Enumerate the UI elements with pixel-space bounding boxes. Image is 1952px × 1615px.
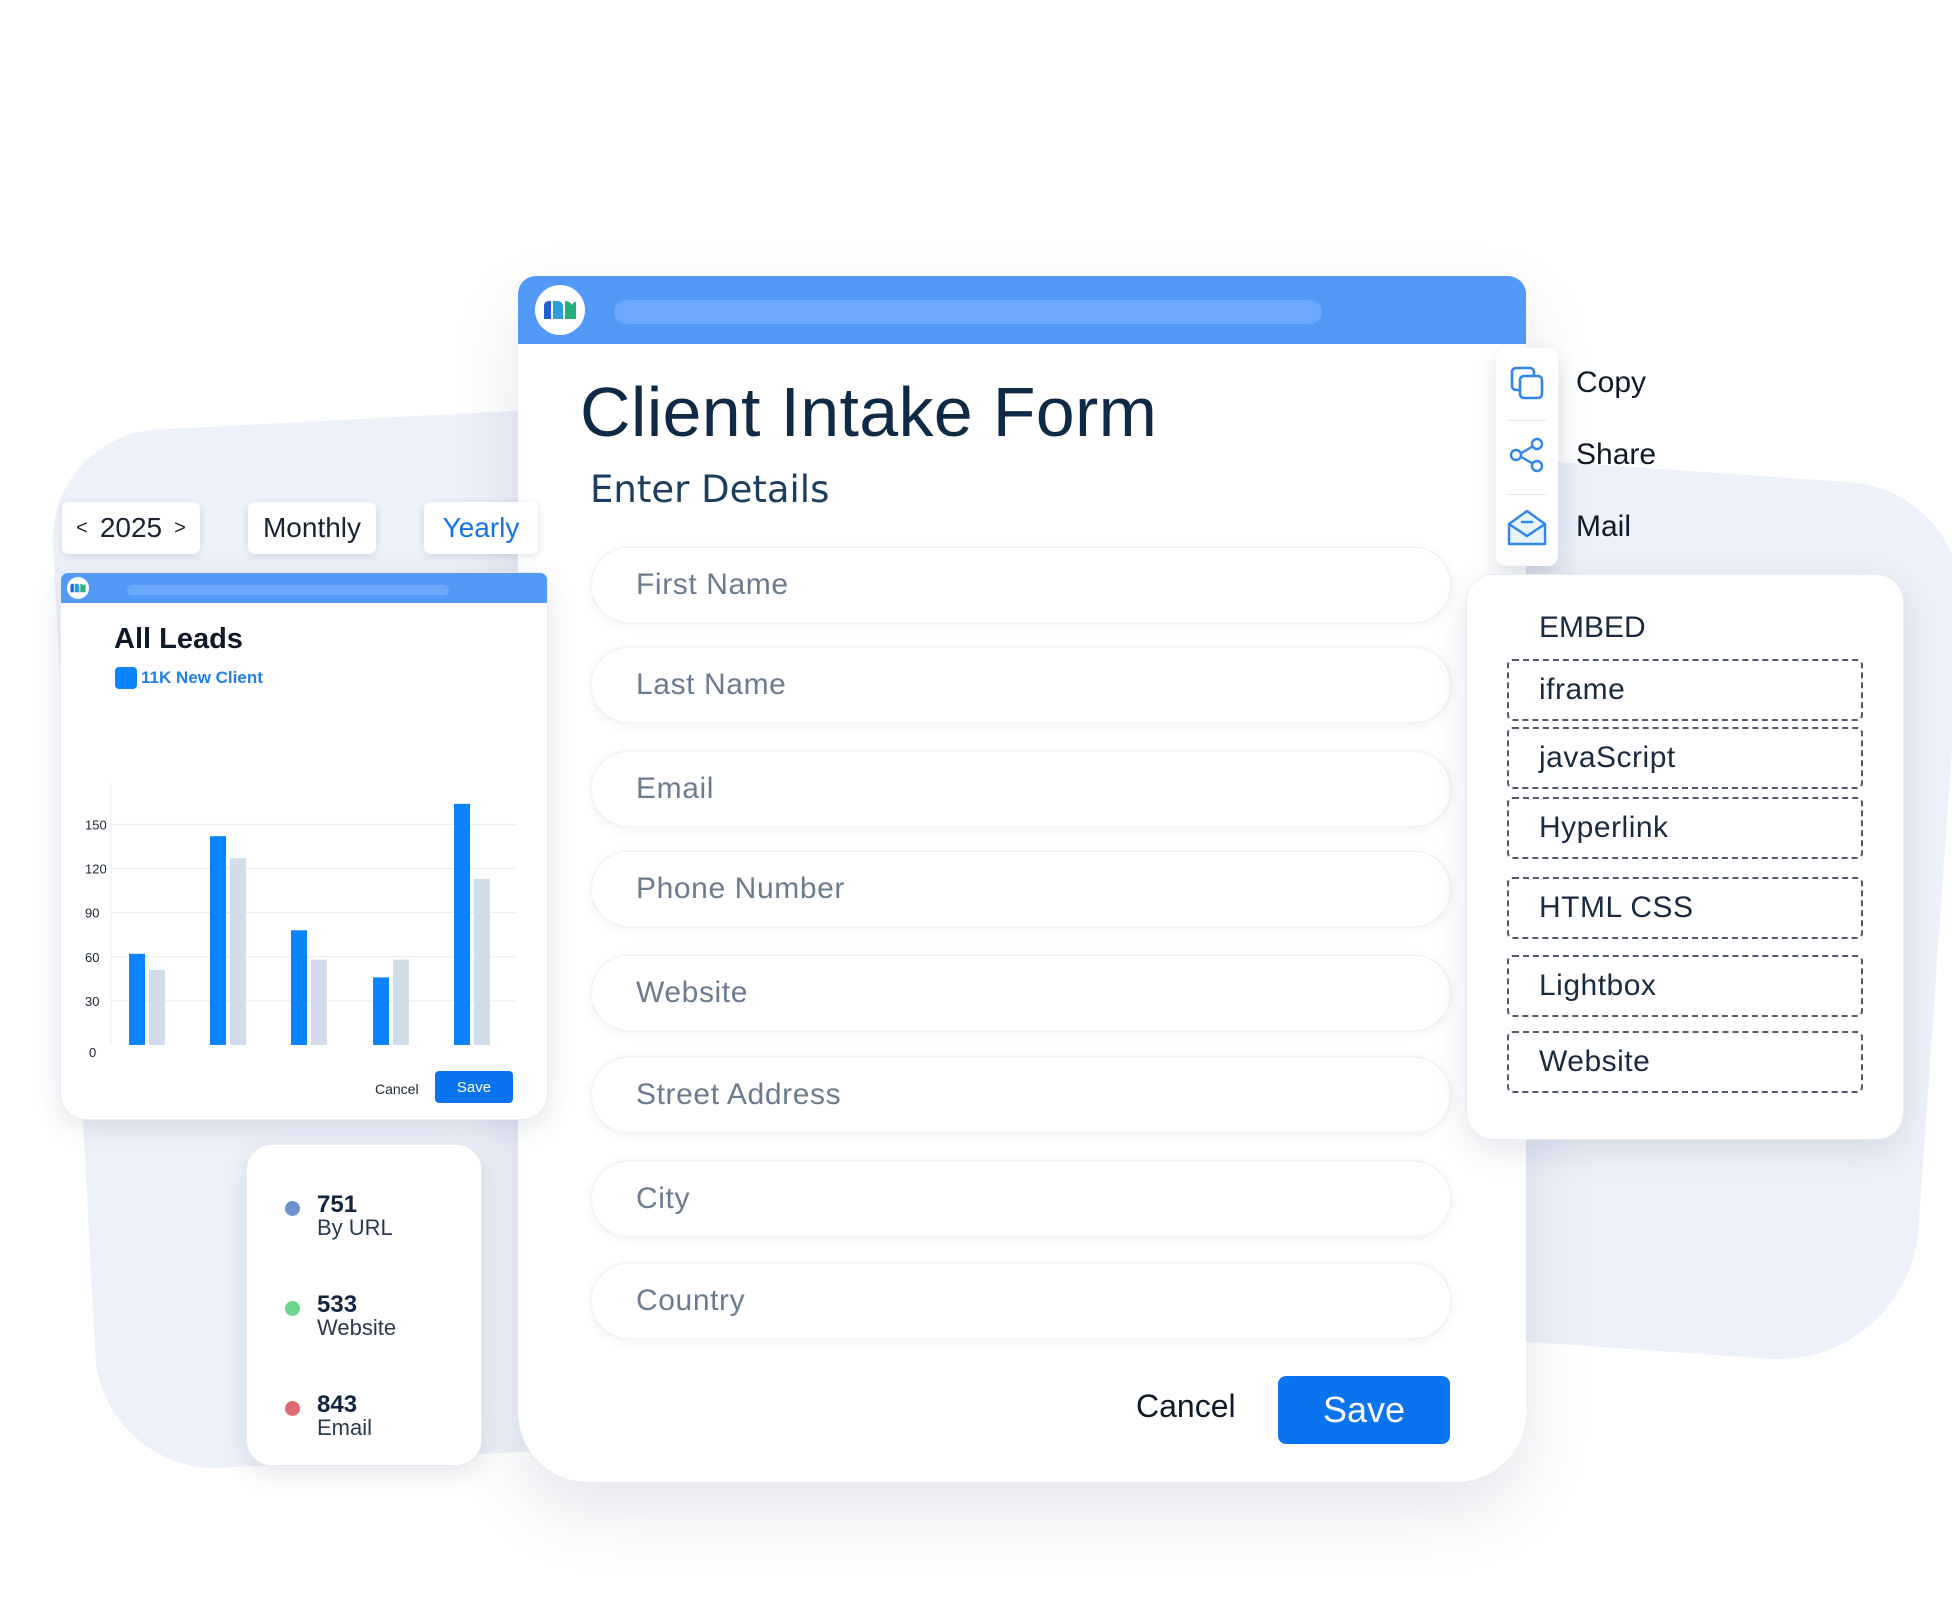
monthly-toggle[interactable]: Monthly (248, 502, 376, 554)
share-toolbar (1496, 348, 1558, 566)
toolbar-divider (1508, 494, 1546, 495)
year-selector: < 2025 > (62, 502, 200, 554)
first-name-field[interactable]: First Name (590, 546, 1452, 624)
bar-primary (373, 977, 389, 1045)
field-placeholder: Street Address (636, 1078, 842, 1111)
all-leads-chart-card: All Leads 11K New Client 0 30 60 90 120 150 C… (60, 572, 548, 1120)
status-dot (285, 1401, 300, 1416)
embed-panel: EMBED iframe javaScript Hyperlink HTML C… (1466, 574, 1904, 1140)
embed-option-hyperlink[interactable]: Hyperlink (1507, 797, 1863, 859)
y-tick-label: 90 (85, 906, 99, 921)
toolbar-divider (1508, 420, 1546, 421)
field-placeholder: City (636, 1182, 691, 1215)
chart-cancel-button[interactable]: Cancel (375, 1081, 419, 1097)
stat-label: By URL (317, 1215, 393, 1240)
street-address-field[interactable]: Street Address (590, 1056, 1452, 1134)
mail-label[interactable]: Mail (1576, 510, 1631, 544)
stat-label: Website (317, 1315, 397, 1340)
app-logo (535, 285, 585, 335)
bar-secondary (311, 959, 327, 1045)
last-name-field[interactable]: Last Name (590, 646, 1452, 724)
logo-icon (544, 301, 576, 319)
y-tick-label: 30 (85, 994, 99, 1009)
embed-option-website[interactable]: Website (1507, 1031, 1863, 1093)
phone-number-field[interactable]: Phone Number (590, 850, 1452, 928)
embed-title: EMBED (1539, 611, 1646, 644)
save-button[interactable]: Save (1278, 1376, 1450, 1444)
bar-secondary (393, 959, 409, 1045)
email-field[interactable]: Email (590, 750, 1452, 828)
address-bar (614, 300, 1322, 324)
bar-primary (291, 930, 307, 1045)
y-tick-label: 60 (85, 950, 99, 965)
bar-secondary (230, 858, 246, 1045)
embed-option-javascript[interactable]: javaScript (1507, 727, 1863, 789)
bar-primary (454, 803, 470, 1045)
form-header-bar (518, 276, 1526, 344)
client-intake-form-card: Client Intake Form Enter Details First N… (518, 276, 1526, 1482)
page-title: Client Intake Form (580, 373, 1158, 451)
website-field[interactable]: Website (590, 954, 1452, 1032)
prev-year-button[interactable]: < (76, 517, 88, 540)
status-dot (285, 1301, 300, 1316)
country-field[interactable]: Country (590, 1262, 1452, 1340)
section-subtitle: Enter Details (590, 468, 830, 511)
field-placeholder: Website (636, 976, 749, 1009)
copy-icon[interactable] (1506, 362, 1548, 404)
y-tick-label: 150 (85, 817, 107, 832)
field-placeholder: Email (636, 772, 715, 805)
city-field[interactable]: City (590, 1160, 1452, 1238)
field-placeholder: Country (636, 1284, 746, 1317)
chart-save-button[interactable]: Save (435, 1071, 513, 1103)
embed-option-iframe[interactable]: iframe (1507, 659, 1863, 721)
next-year-button[interactable]: > (174, 517, 186, 540)
status-dot (285, 1201, 300, 1216)
share-label[interactable]: Share (1576, 438, 1656, 472)
bar-primary (210, 836, 226, 1045)
embed-option-lightbox[interactable]: Lightbox (1507, 955, 1863, 1017)
bar-chart: 0 30 60 90 120 150 (85, 783, 516, 1060)
field-placeholder: Last Name (636, 668, 787, 701)
y-tick-label: 120 (85, 862, 107, 877)
stat-label: Email (317, 1415, 373, 1440)
mail-icon[interactable] (1506, 506, 1548, 548)
yearly-toggle[interactable]: Yearly (424, 502, 538, 554)
bar-secondary (149, 970, 165, 1045)
year-value: 2025 (99, 512, 163, 543)
field-placeholder: First Name (636, 568, 789, 601)
share-icon[interactable] (1506, 434, 1548, 476)
lead-sources-card: 751 By URL 533 Website 843 Email (246, 1144, 482, 1466)
bar-secondary (474, 878, 490, 1045)
copy-label[interactable]: Copy (1576, 366, 1646, 400)
cancel-button[interactable]: Cancel (1136, 1388, 1236, 1425)
field-placeholder: Phone Number (636, 872, 845, 905)
bar-primary (129, 953, 145, 1045)
y-tick-label: 0 (89, 1045, 96, 1060)
embed-option-html-css[interactable]: HTML CSS (1507, 877, 1863, 939)
